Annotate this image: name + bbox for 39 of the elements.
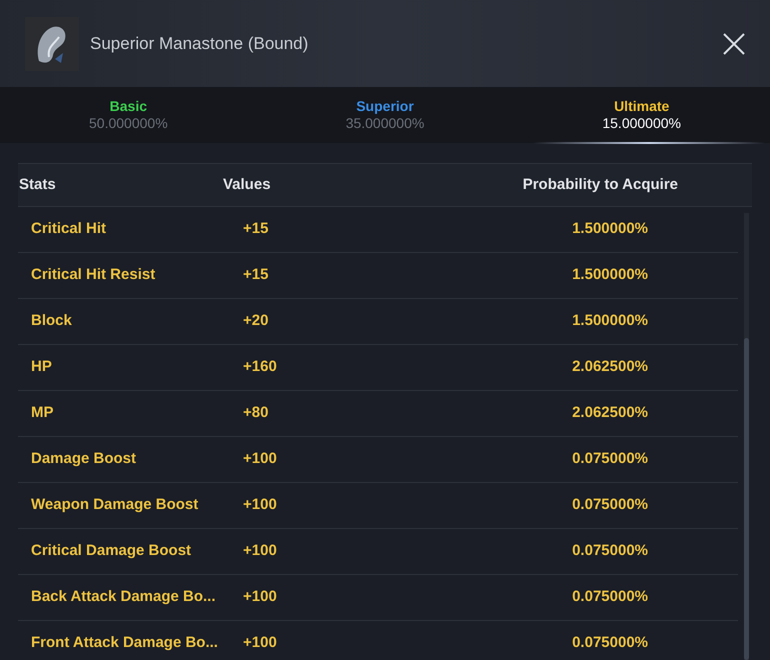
table-cell: Weapon Damage Boost — [31, 496, 198, 514]
table-cell: +15 — [243, 266, 268, 284]
table-cell: 0.075000% — [572, 450, 648, 468]
table-cell: 0.075000% — [572, 634, 648, 652]
dialog-title: Superior Manastone (Bound) — [90, 32, 308, 55]
table-cell: +80 — [243, 404, 268, 422]
table-cell: 2.062500% — [572, 404, 648, 422]
table-cell: Front Attack Damage Bo... — [31, 634, 218, 652]
gem-icon — [25, 16, 79, 70]
grade-tab[interactable]: Ultimate 15.000000% — [513, 87, 770, 143]
table-cell: +100 — [243, 634, 277, 652]
table-cell: +15 — [243, 220, 268, 238]
table-cell: 0.075000% — [572, 588, 648, 606]
table-cell: Critical Hit — [31, 220, 106, 238]
table-header: Stats Values Probability to Acquire — [18, 164, 752, 207]
table-cell: 1.500000% — [572, 266, 648, 284]
table-cell: Damage Boost — [31, 450, 136, 468]
table-cell: Critical Hit Resist — [31, 266, 156, 284]
grade-tab[interactable]: Superior 35.000000% — [256, 87, 514, 143]
table-cell: 0.075000% — [572, 542, 648, 560]
close-icon — [722, 32, 746, 56]
table-cell: 1.500000% — [572, 312, 648, 330]
table-cell: +20 — [243, 312, 268, 330]
close-button[interactable] — [721, 30, 747, 56]
grade-tab[interactable]: Basic 50.000000% — [0, 87, 257, 143]
table-cell: MP — [31, 404, 54, 422]
table-cell: 0.075000% — [572, 496, 648, 514]
table-cell: Block — [31, 312, 72, 330]
table-cell: 1.500000% — [572, 220, 648, 238]
table-cell: Back Attack Damage Bo... — [31, 588, 216, 606]
table-cell: 2.062500% — [572, 358, 648, 376]
table-cell: +100 — [243, 588, 277, 606]
table-cell: +160 — [243, 358, 277, 376]
table-cell: +100 — [243, 496, 277, 514]
table-cell: HP — [31, 358, 52, 376]
table-cell: +100 — [243, 542, 277, 560]
table-cell: Critical Damage Boost — [31, 542, 192, 560]
scrollbar[interactable] — [744, 213, 749, 660]
table-cell: +100 — [243, 450, 277, 468]
